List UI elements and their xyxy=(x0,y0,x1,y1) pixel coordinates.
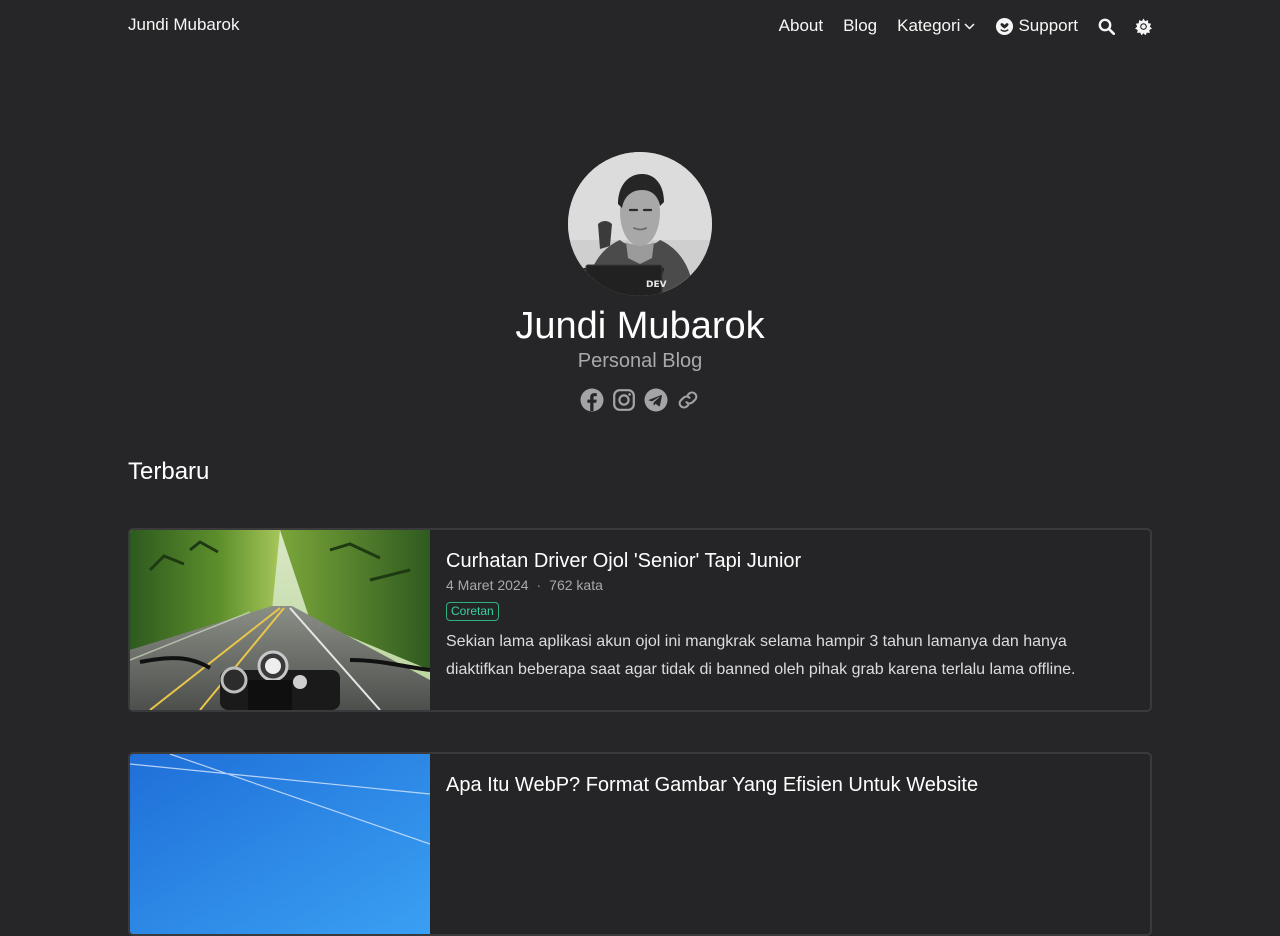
main-menu: About Blog Kategori Support xyxy=(779,14,1152,38)
nav-about[interactable]: About xyxy=(779,16,823,36)
site-brand[interactable]: Jundi Mubarok xyxy=(128,15,240,35)
nav-kategori-label: Kategori xyxy=(897,16,961,35)
profile-hero: DEV Jundi Mubarok Personal Blog xyxy=(0,152,1280,412)
nav-support-label: Support xyxy=(1018,16,1078,35)
meta-separator: · xyxy=(536,577,542,593)
post-title[interactable]: Curhatan Driver Ojol 'Senior' Tapi Junio… xyxy=(446,548,1114,574)
chevron-down-icon xyxy=(964,22,975,30)
social-links xyxy=(0,388,1280,412)
page-title: Jundi Mubarok xyxy=(515,305,765,347)
nav-kategori[interactable]: Kategori xyxy=(897,16,975,36)
link-icon[interactable] xyxy=(676,388,700,412)
theme-toggle[interactable] xyxy=(1135,18,1152,35)
page-subtitle: Personal Blog xyxy=(577,350,703,372)
facebook-icon[interactable] xyxy=(580,388,604,412)
sun-icon xyxy=(1135,18,1152,35)
post-title[interactable]: Apa Itu WebP? Format Gambar Yang Efisien… xyxy=(446,772,1114,798)
post-date: 4 Maret 2024 xyxy=(446,577,529,593)
avatar: DEV xyxy=(568,152,712,296)
post-word-count: 762 kata xyxy=(549,577,603,593)
search-icon xyxy=(1098,18,1115,35)
section-title: Terbaru xyxy=(128,458,210,485)
post-category-tag[interactable]: Coretan xyxy=(446,602,499,621)
site-header: Jundi Mubarok About Blog Kategori Suppor… xyxy=(0,0,1280,52)
post-card[interactable]: Curhatan Driver Ojol 'Senior' Tapi Junio… xyxy=(128,528,1152,712)
nav-support[interactable]: Support xyxy=(995,16,1078,36)
nav-blog[interactable]: Blog xyxy=(843,16,877,36)
search-button[interactable] xyxy=(1098,18,1115,35)
instagram-icon[interactable] xyxy=(612,388,636,412)
support-icon xyxy=(995,17,1014,36)
nav-blog-label: Blog xyxy=(843,16,878,35)
telegram-icon[interactable] xyxy=(644,388,668,412)
post-thumbnail[interactable] xyxy=(130,754,430,934)
dev-sticker: DEV xyxy=(646,280,667,290)
post-meta: 4 Maret 2024 · 762 kata xyxy=(446,577,1114,593)
post-body: Apa Itu WebP? Format Gambar Yang Efisien… xyxy=(446,772,1114,798)
post-thumbnail[interactable] xyxy=(130,530,430,710)
post-body: Curhatan Driver Ojol 'Senior' Tapi Junio… xyxy=(446,548,1114,684)
post-card[interactable]: Apa Itu WebP? Format Gambar Yang Efisien… xyxy=(128,752,1152,936)
post-excerpt: Sekian lama aplikasi akun ojol ini mangk… xyxy=(446,633,1076,678)
nav-about-label: About xyxy=(778,16,824,35)
